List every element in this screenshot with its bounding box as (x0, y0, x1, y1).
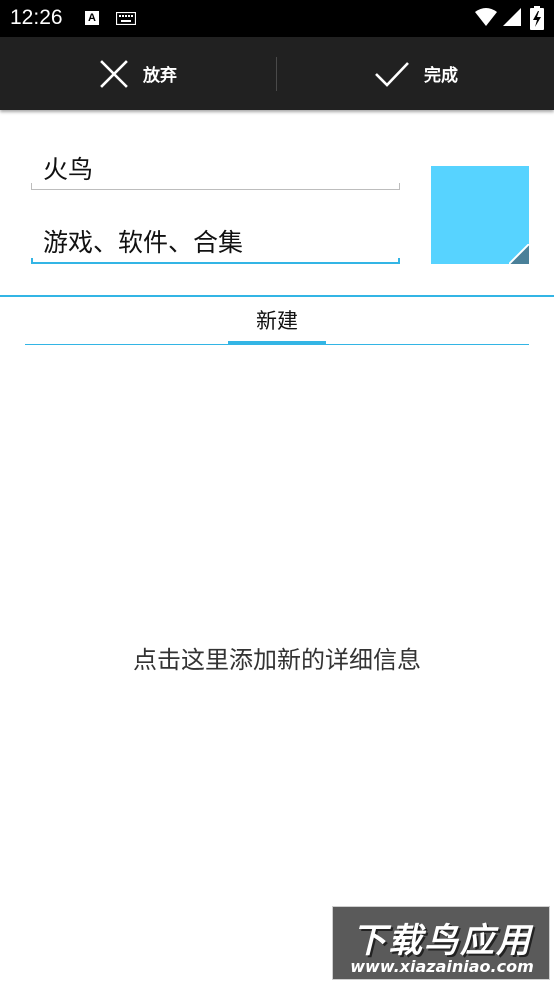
watermark-title: 下载鸟应用 (352, 921, 532, 961)
watermark-url: www.xiazainiao.com (350, 957, 534, 976)
watermark-logo: 下载鸟应用 www.xiazainiao.com (332, 906, 550, 980)
done-label: 完成 (424, 66, 458, 86)
done-button[interactable]: 完成 (278, 37, 554, 110)
status-bar: 12:26 A (0, 0, 554, 37)
discard-button[interactable]: 放弃 (0, 37, 276, 110)
tab-indicator (228, 341, 326, 345)
section-divider (0, 295, 554, 297)
name-field[interactable] (31, 146, 400, 190)
group-field[interactable] (31, 220, 400, 264)
close-icon (100, 59, 128, 88)
status-time: 12:26 (10, 6, 63, 29)
tab-new[interactable]: 新建 (228, 300, 326, 344)
signal-icon (503, 8, 521, 26)
wifi-icon (475, 8, 497, 26)
add-details-prompt[interactable]: 点击这里添加新的详细信息 (0, 640, 554, 680)
action-bar: 放弃 完成 (0, 37, 554, 110)
dropdown-corner-icon (509, 244, 529, 264)
color-swatch[interactable] (431, 166, 529, 264)
action-divider (276, 57, 277, 91)
text-input-a-icon: A (85, 11, 99, 25)
discard-label: 放弃 (143, 66, 177, 86)
battery-charging-icon (530, 6, 544, 30)
check-icon (375, 61, 409, 87)
keyboard-icon (116, 12, 136, 25)
